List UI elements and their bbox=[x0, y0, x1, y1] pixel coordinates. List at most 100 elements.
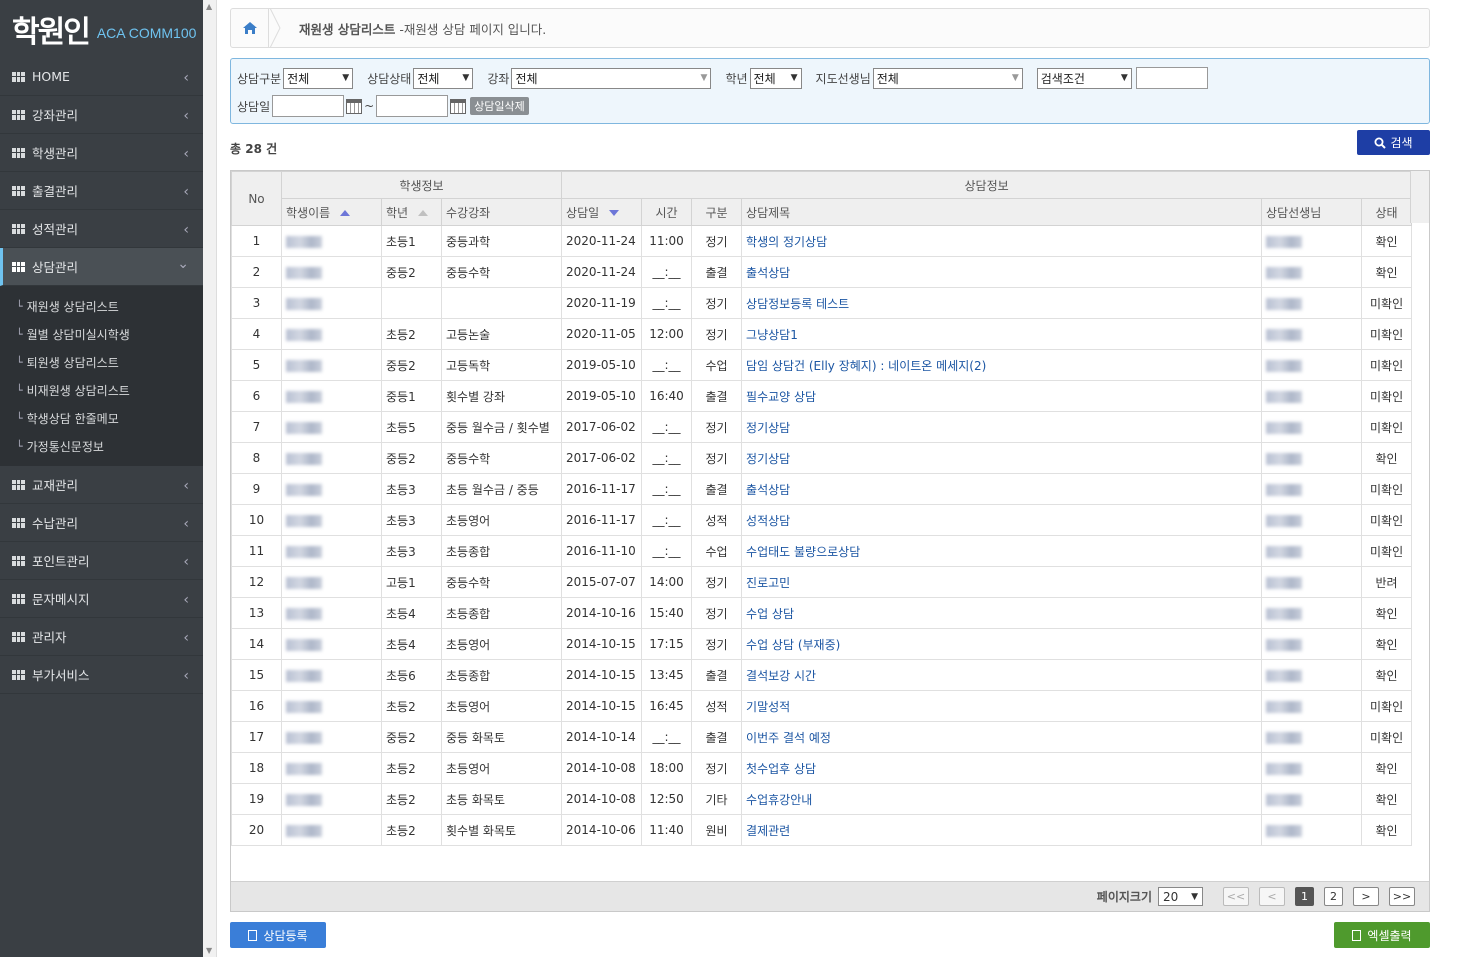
date-to-input[interactable] bbox=[376, 95, 449, 117]
search-button[interactable]: 검색 bbox=[1357, 130, 1430, 155]
col-grade[interactable]: 학년 bbox=[381, 198, 442, 226]
sort-asc-icon[interactable] bbox=[340, 210, 351, 216]
prev-page-button[interactable]: < bbox=[1259, 887, 1285, 906]
sidebar-item-bottom-1[interactable]: 수납관리 ‹ bbox=[0, 504, 203, 542]
calendar-icon[interactable] bbox=[346, 98, 363, 114]
clear-date-button[interactable]: 상담일삭제 bbox=[470, 97, 529, 115]
table-row[interactable]: 5 중등2 고등독학 2019-05-10 __:__ 수업 담임 상담건 (Elly 장혜… bbox=[231, 349, 1413, 381]
consult-type-select[interactable]: 전체 ▼ bbox=[283, 67, 354, 89]
submenu-item-4[interactable]: └ 학생상담 한줄메모 bbox=[0, 404, 203, 432]
cell-title[interactable]: 이번주 결석 예정 bbox=[741, 721, 1263, 753]
teacher-select[interactable]: 전체 ▼ bbox=[872, 67, 1023, 89]
consult-status-select[interactable]: 전체 ▼ bbox=[413, 67, 474, 89]
first-page-button[interactable]: << bbox=[1223, 887, 1249, 906]
sort-desc-icon[interactable] bbox=[609, 210, 620, 216]
col-student-name[interactable]: 학생이름 bbox=[281, 198, 382, 226]
submenu-item-5[interactable]: └ 가정통신문정보 bbox=[0, 432, 203, 460]
table-row[interactable]: 16 초등2 초등영어 2014-10-15 16:45 성적 기말성적 미확인 bbox=[231, 690, 1413, 722]
submenu-item-2[interactable]: └ 퇴원생 상담리스트 bbox=[0, 348, 203, 376]
cell-title[interactable]: 그냥상담1 bbox=[741, 318, 1263, 350]
sidebar-item-bottom-2[interactable]: 포인트관리 ‹ bbox=[0, 542, 203, 580]
cell-title[interactable]: 첫수업후 상담 bbox=[741, 752, 1263, 784]
register-consult-button[interactable]: 상담등록 bbox=[230, 922, 326, 948]
cell-title[interactable]: 수업태도 불량으로상담 bbox=[741, 535, 1263, 567]
sidebar-item-top-1[interactable]: 강좌관리 ‹ bbox=[0, 96, 203, 134]
search-keyword-input[interactable] bbox=[1135, 67, 1208, 89]
grid-scrollbar[interactable] bbox=[1410, 171, 1429, 223]
cell-title[interactable]: 상담정보등록 테스트 bbox=[741, 287, 1263, 319]
table-row[interactable]: 14 초등4 초등영어 2014-10-15 17:15 정기 수업 상담 (부재중) 확인 bbox=[231, 628, 1413, 660]
cell-title[interactable]: 수업 상담 (부재중) bbox=[741, 628, 1263, 660]
cell-title[interactable]: 정기상담 bbox=[741, 411, 1263, 443]
table-row[interactable]: 1 초등1 중등과학 2020-11-24 11:00 정기 학생의 정기상담 확인 bbox=[231, 225, 1413, 257]
col-time[interactable]: 시간 bbox=[641, 198, 693, 226]
submenu-item-0[interactable]: └ 재원생 상담리스트 bbox=[0, 292, 203, 320]
course-select[interactable]: 전체 ▼ bbox=[511, 67, 712, 89]
page-number-button[interactable]: 2 bbox=[1324, 887, 1343, 906]
page-number-button[interactable]: 1 bbox=[1295, 887, 1314, 906]
cell-title[interactable]: 출석상담 bbox=[741, 473, 1263, 505]
submenu-item-1[interactable]: └ 월별 상담미실시학생 bbox=[0, 320, 203, 348]
col-course[interactable]: 수강강좌 bbox=[440, 198, 563, 226]
sidebar-item-top-0[interactable]: HOME ‹ bbox=[0, 58, 203, 96]
page-scrollbar[interactable]: ▲ ▼ bbox=[203, 0, 217, 957]
sort-asc-icon[interactable] bbox=[418, 210, 429, 216]
table-row[interactable]: 3 2020-11-19 __:__ 정기 상담정보등록 테스트 미확인 bbox=[231, 287, 1413, 319]
table-row[interactable]: 13 초등4 초등종합 2014-10-16 15:40 정기 수업 상담 확인 bbox=[231, 597, 1413, 629]
cell-title[interactable]: 결석보강 시간 bbox=[741, 659, 1263, 691]
col-title[interactable]: 상담제목 bbox=[741, 198, 1263, 226]
table-row[interactable]: 6 중등1 횟수별 강좌 2019-05-10 16:40 출결 필수교양 상담 미확인 bbox=[231, 380, 1413, 412]
calendar-icon[interactable] bbox=[450, 98, 467, 114]
table-row[interactable]: 7 초등5 중등 월수금 / 횟수별 2017-06-02 __:__ 정기 정기상담 미확인 bbox=[231, 411, 1413, 443]
next-page-button[interactable]: > bbox=[1353, 887, 1379, 906]
cell-title[interactable]: 수업 상담 bbox=[741, 597, 1263, 629]
sidebar-item-bottom-0[interactable]: 교재관리 ‹ bbox=[0, 466, 203, 504]
grade-select[interactable]: 전체 ▼ bbox=[749, 67, 802, 89]
sidebar-item-top-5[interactable]: 상담관리 ⌄ bbox=[0, 248, 203, 286]
redacted-value bbox=[286, 390, 322, 403]
cell-title[interactable]: 담임 상담건 (Elly 장혜지) : 네이트온 메세지(2) bbox=[741, 349, 1263, 381]
table-row[interactable]: 12 고등1 중등수학 2015-07-07 14:00 정기 진로고민 반려 bbox=[231, 566, 1413, 598]
table-row[interactable]: 10 초등3 초등영어 2016-11-17 __:__ 성적 성적상담 미확인 bbox=[231, 504, 1413, 536]
submenu-item-3[interactable]: └ 비재원생 상담리스트 bbox=[0, 376, 203, 404]
date-from-input[interactable] bbox=[272, 95, 345, 117]
sidebar-item-top-3[interactable]: 출결관리 ‹ bbox=[0, 172, 203, 210]
scroll-up-icon[interactable]: ▲ bbox=[206, 2, 212, 11]
search-condition-select[interactable]: 검색조건 ▼ bbox=[1036, 67, 1132, 89]
page-size-select[interactable]: 20 ▼ bbox=[1158, 887, 1203, 906]
last-page-button[interactable]: >> bbox=[1389, 887, 1415, 906]
cell-title[interactable]: 수업휴강안내 bbox=[741, 783, 1263, 815]
table-row[interactable]: 4 초등2 고등논술 2020-11-05 12:00 정기 그냥상담1 미확인 bbox=[231, 318, 1413, 350]
cell-title[interactable]: 학생의 정기상담 bbox=[741, 225, 1263, 257]
table-row[interactable]: 11 초등3 초등종합 2016-11-10 __:__ 수업 수업태도 불량으로상담 미확인 bbox=[231, 535, 1413, 567]
cell-title[interactable]: 출석상담 bbox=[741, 256, 1263, 288]
cell-title[interactable]: 기말성적 bbox=[741, 690, 1263, 722]
sidebar-item-bottom-5[interactable]: 부가서비스 ‹ bbox=[0, 656, 203, 694]
cell-title[interactable]: 진로고민 bbox=[741, 566, 1263, 598]
table-row[interactable]: 2 중등2 중등수학 2020-11-24 __:__ 출결 출석상담 확인 bbox=[231, 256, 1413, 288]
sidebar-item-top-2[interactable]: 학생관리 ‹ bbox=[0, 134, 203, 172]
cell-title[interactable]: 정기상담 bbox=[741, 442, 1263, 474]
scroll-down-icon[interactable]: ▼ bbox=[206, 946, 212, 955]
sidebar-item-bottom-3[interactable]: 문자메시지 ‹ bbox=[0, 580, 203, 618]
table-row[interactable]: 15 초등6 초등종합 2014-10-15 13:45 출결 결석보강 시간 확인 bbox=[231, 659, 1413, 691]
cell-title[interactable]: 결제관련 bbox=[741, 814, 1263, 846]
cell-title[interactable]: 필수교양 상담 bbox=[741, 380, 1263, 412]
col-status[interactable]: 상태 bbox=[1361, 198, 1413, 226]
sidebar-item-bottom-4[interactable]: 관리자 ‹ bbox=[0, 618, 203, 656]
cell-course: 중등과학 bbox=[440, 225, 563, 257]
cell-title[interactable]: 성적상담 bbox=[741, 504, 1263, 536]
sidebar-item-top-4[interactable]: 성적관리 ‹ bbox=[0, 210, 203, 248]
table-row[interactable]: 17 중등2 중등 화목토 2014-10-14 __:__ 출결 이번주 결석 예정 미확인 bbox=[231, 721, 1413, 753]
col-category[interactable]: 구분 bbox=[691, 198, 743, 226]
table-row[interactable]: 19 초등2 초등 화목토 2014-10-08 12:50 기타 수업휴강안내 확인 bbox=[231, 783, 1413, 815]
logo[interactable]: 학원인 ACA COMM100 bbox=[0, 0, 203, 58]
table-row[interactable]: 9 초등3 초등 월수금 / 중등 2016-11-17 __:__ 출결 출석상담 미확인 bbox=[231, 473, 1413, 505]
table-row[interactable]: 8 중등2 중등수학 2017-06-02 __:__ 정기 정기상담 확인 bbox=[231, 442, 1413, 474]
col-consult-date[interactable]: 상담일 bbox=[561, 198, 643, 226]
col-teacher[interactable]: 상담선생님 bbox=[1261, 198, 1363, 226]
home-icon[interactable] bbox=[231, 9, 269, 47]
table-row[interactable]: 20 초등2 횟수별 화목토 2014-10-06 11:40 원비 결제관련 확인 bbox=[231, 814, 1413, 846]
excel-export-button[interactable]: 엑셀출력 bbox=[1334, 922, 1430, 948]
table-row[interactable]: 18 초등2 초등영어 2014-10-08 18:00 정기 첫수업후 상담 확인 bbox=[231, 752, 1413, 784]
